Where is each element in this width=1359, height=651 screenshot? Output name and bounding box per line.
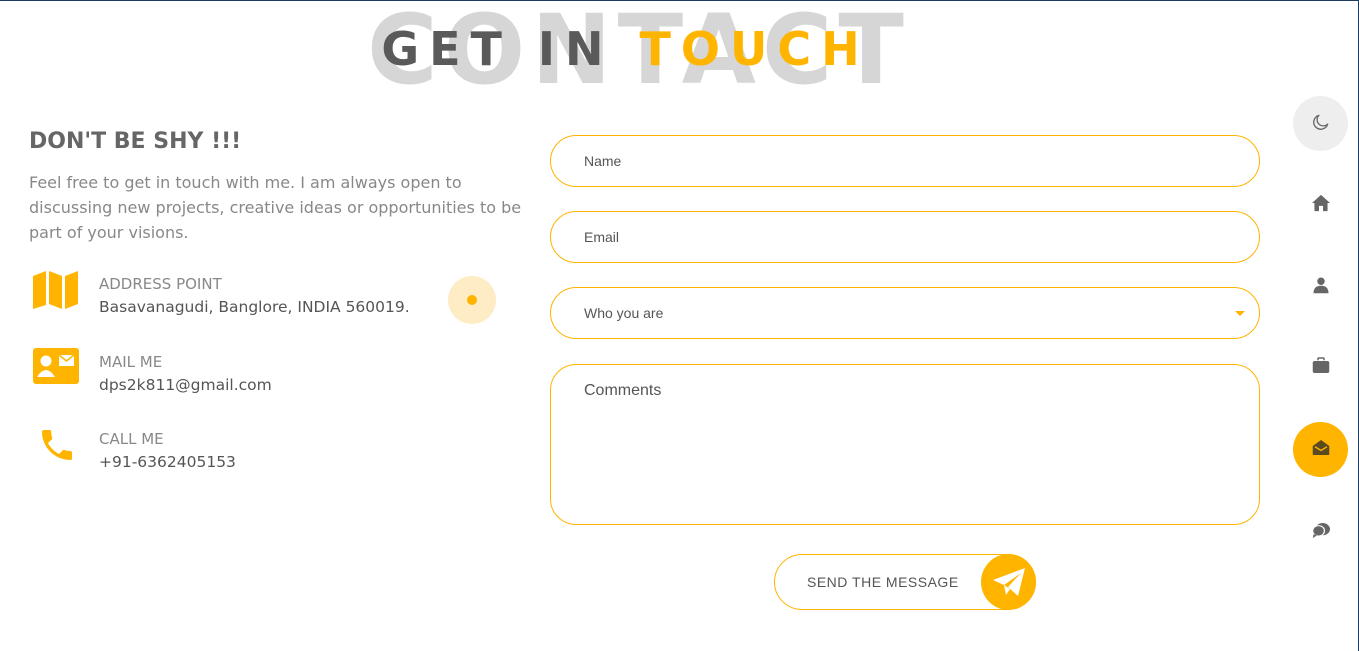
contact-intro: DON'T BE SHY !!! Feel free to get in tou… — [29, 129, 529, 245]
send-button-label: SEND THE MESSAGE — [807, 574, 959, 590]
intro-heading: DON'T BE SHY !!! — [29, 129, 242, 154]
address-value: Basavanagudi, Banglore, INDIA 560019. — [99, 298, 410, 316]
name-placeholder: Name — [584, 153, 622, 169]
decorative-dot — [448, 276, 496, 324]
comments-textarea[interactable]: Comments — [550, 364, 1260, 525]
user-icon — [1312, 276, 1330, 298]
name-input[interactable]: Name — [550, 135, 1260, 187]
envelope-open-icon — [1312, 439, 1330, 460]
send-message-button[interactable]: SEND THE MESSAGE — [774, 554, 1036, 610]
role-select[interactable]: Who you are — [550, 287, 1260, 339]
nav-about-button[interactable] — [1293, 259, 1348, 314]
page-title: GET IN TOUCH — [0, 21, 1359, 77]
chevron-down-icon — [1235, 311, 1245, 316]
phone-info: CALL ME +91-6362405153 — [33, 429, 236, 475]
comments-placeholder: Comments — [584, 382, 662, 399]
contact-card-icon — [33, 348, 85, 388]
map-icon — [33, 270, 85, 310]
mail-label: MAIL ME — [99, 353, 163, 371]
home-icon — [1311, 194, 1331, 216]
contact-page: CONTACT GET IN TOUCH DON'T BE SHY !!! Fe… — [0, 0, 1359, 651]
phone-label: CALL ME — [99, 430, 164, 448]
page-title-part2: TOUCH — [639, 22, 870, 76]
phone-value[interactable]: +91-6362405153 — [99, 449, 236, 475]
comments-icon — [1311, 521, 1331, 543]
phone-icon — [33, 425, 85, 465]
nav-home-button[interactable] — [1293, 177, 1348, 232]
theme-toggle-button[interactable] — [1293, 96, 1348, 151]
role-select-value: Who you are — [584, 305, 664, 321]
moon-icon — [1311, 112, 1331, 136]
nav-contact-button[interactable] — [1293, 422, 1348, 477]
email-input[interactable]: Email — [550, 211, 1260, 263]
page-title-part1: GET IN — [381, 22, 614, 76]
mail-value[interactable]: dps2k811@gmail.com — [99, 372, 272, 398]
briefcase-icon — [1312, 357, 1330, 378]
nav-portfolio-button[interactable] — [1293, 340, 1348, 395]
address-label: ADDRESS POINT — [99, 275, 222, 293]
nav-blog-button[interactable] — [1293, 504, 1348, 559]
address-info: ADDRESS POINT Basavanagudi, Banglore, IN… — [33, 271, 410, 320]
email-placeholder: Email — [584, 229, 620, 245]
mail-info: MAIL ME dps2k811@gmail.com — [33, 348, 272, 398]
intro-text: Feel free to get in touch with me. I am … — [29, 173, 522, 242]
paper-plane-icon — [981, 554, 1036, 610]
